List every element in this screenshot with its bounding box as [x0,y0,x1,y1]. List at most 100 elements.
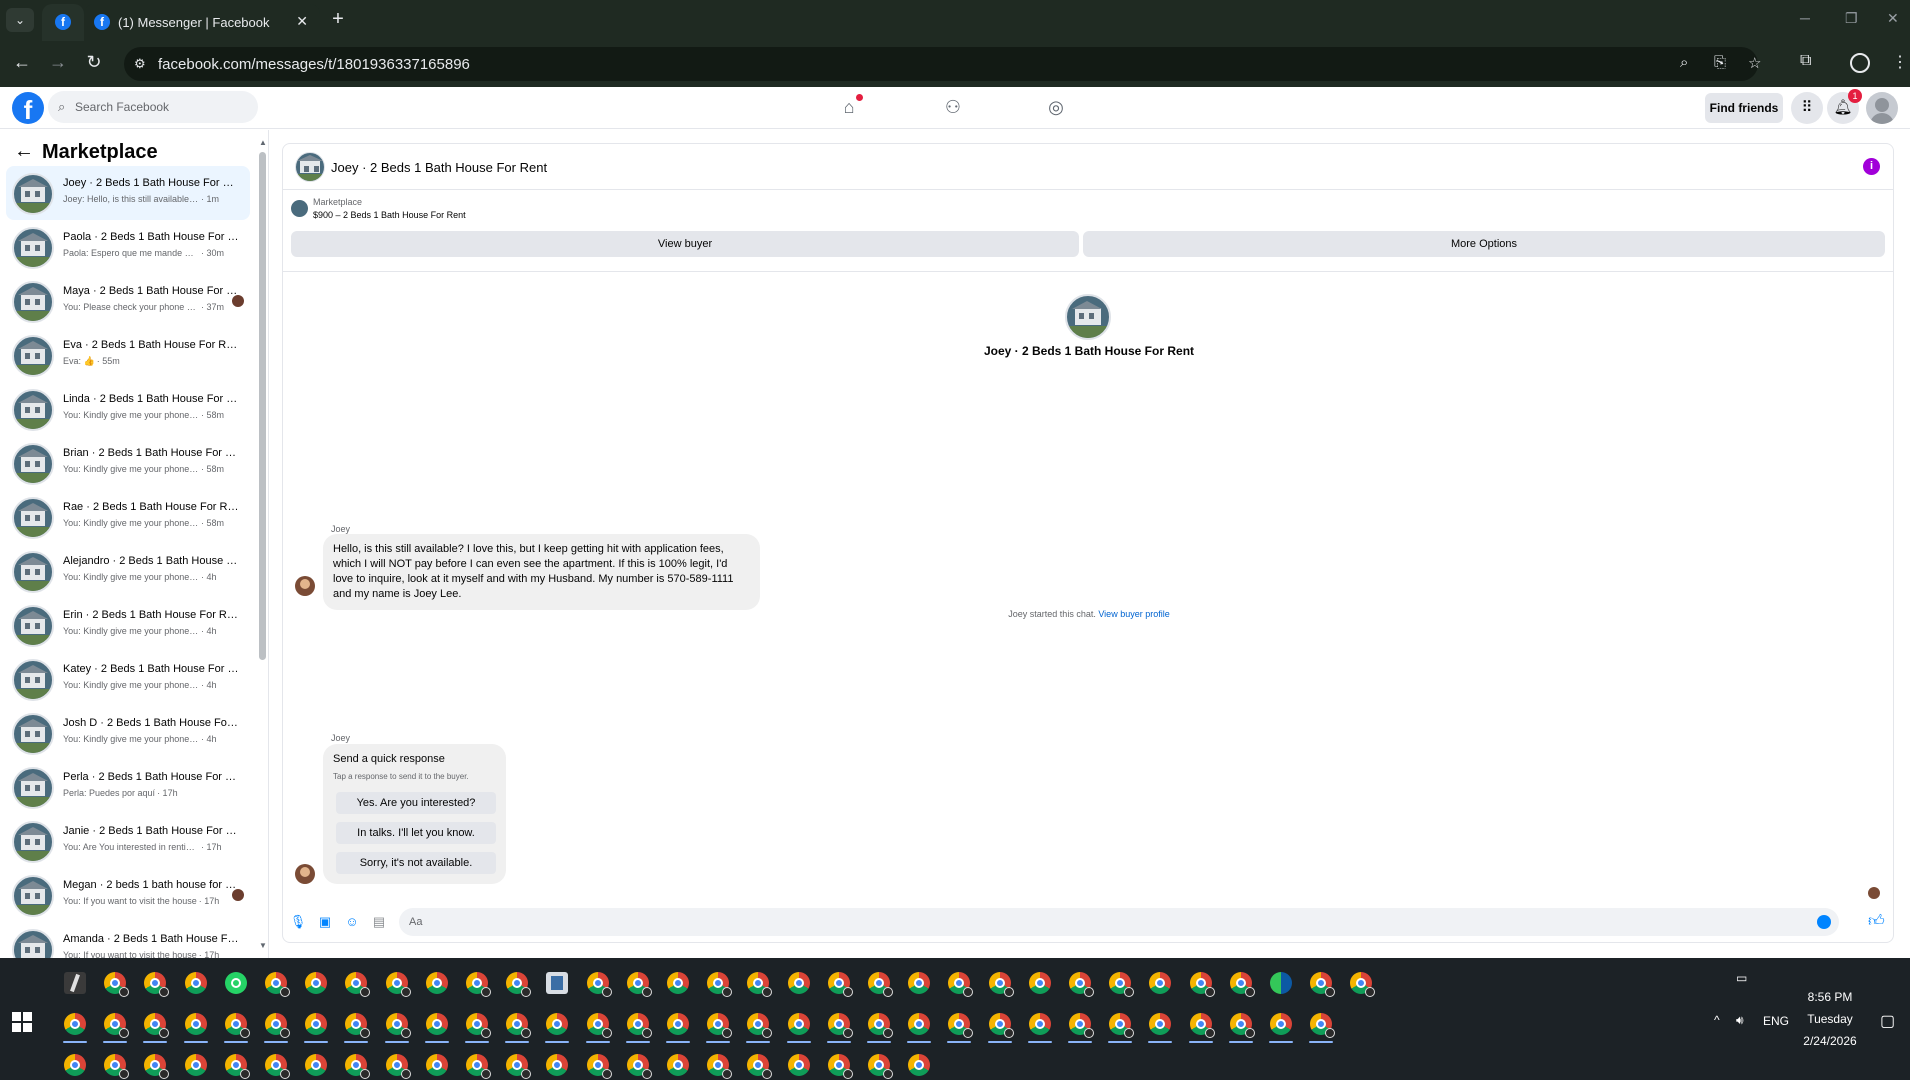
chrome-window-icon[interactable] [827,1054,853,1079]
conversation-item[interactable]: Maya · 2 Beds 1 Bath House For Rent You: … [6,274,250,328]
chrome-window-icon[interactable] [586,972,612,997]
chrome-window-icon[interactable] [265,1054,290,1079]
snipping-tool-icon[interactable] [64,972,86,994]
new-tab-button[interactable]: + [326,8,350,31]
chrome-window-icon[interactable] [868,1013,893,1038]
chrome-window-icon[interactable] [707,1054,733,1079]
conversation-item[interactable]: Rae · 2 Beds 1 Bath House For Rent You: K… [6,490,250,544]
chrome-window-icon[interactable] [184,1013,207,1035]
chrome-window-icon[interactable] [305,972,328,994]
chrome-window-icon[interactable] [988,1013,1014,1038]
listing-thumbnail[interactable] [291,200,308,217]
chrome-window-icon[interactable] [184,972,207,994]
chrome-window-icon[interactable] [1189,972,1215,997]
conversation-item[interactable]: Perla · 2 Beds 1 Bath House For Rent Perl… [6,760,250,814]
chrome-window-icon[interactable] [1069,972,1094,997]
chrome-window-icon[interactable] [305,1054,328,1076]
chrome-window-icon[interactable] [586,1013,612,1038]
conversation-item[interactable]: Alejandro · 2 Beds 1 Bath House For Rent… [6,544,250,598]
chrome-window-icon[interactable] [787,1013,810,1035]
chrome-window-icon[interactable] [1109,972,1135,997]
chrome-window-icon[interactable] [385,1054,411,1079]
whatsapp-icon[interactable] [224,972,247,994]
scrollbar-thumb[interactable] [259,152,266,660]
extensions-icon[interactable]: ⧉ [1800,52,1811,70]
address-bar[interactable]: ⚙ facebook.com/messages/t/18019363371658… [124,47,1761,81]
chrome-window-icon[interactable] [827,1013,853,1038]
quick-reply-in-talks-button[interactable]: In talks. I'll let you know. [336,822,496,844]
chrome-window-icon[interactable] [144,1013,170,1038]
scroll-down-icon[interactable]: ▼ [259,941,267,950]
sticker-icon[interactable]: ☺ [343,913,361,931]
chrome-window-icon[interactable] [305,1013,328,1035]
scroll-up-icon[interactable]: ▲ [259,138,267,147]
conversation-item[interactable]: Paola · 2 Beds 1 Bath House For Rent Paol… [6,220,250,274]
chrome-window-icon[interactable] [345,972,371,997]
chrome-window-icon[interactable] [868,1054,893,1079]
view-buyer-button[interactable]: View buyer [291,231,1079,257]
desktop-icon[interactable]: ▭ [1736,971,1747,985]
chrome-window-icon[interactable] [64,1054,86,1076]
chrome-window-icon[interactable] [466,1054,491,1079]
conversation-info-icon[interactable]: i [1863,158,1880,175]
tab-close-icon[interactable]: ✕ [296,13,308,30]
chrome-window-icon[interactable] [827,972,853,997]
photos-app-icon[interactable] [546,972,569,994]
conversation-item[interactable]: Erin · 2 Beds 1 Bath House For Rent You: … [6,598,250,652]
chrome-window-icon[interactable] [667,1054,689,1076]
chrome-window-icon[interactable] [1028,1013,1051,1035]
conversation-item[interactable]: Josh D · 2 Beds 1 Bath House For Rent You… [6,706,250,760]
chrome-window-icon[interactable] [707,1013,733,1038]
close-window-button[interactable]: ✕ [1887,10,1899,27]
chrome-window-icon[interactable] [1109,1013,1135,1038]
chrome-window-icon[interactable] [265,972,290,997]
chrome-window-icon[interactable] [466,1013,491,1038]
notification-center-icon[interactable]: ▢ [1880,1011,1895,1031]
account-avatar[interactable] [1866,92,1898,124]
conversation-item[interactable]: Joey · 2 Beds 1 Bath House For Rent Joey:… [6,166,250,220]
url-text[interactable]: facebook.com/messages/t/1801936337165896 [158,56,470,73]
clock-time[interactable]: 8:56 PM [1780,990,1880,1004]
facebook-logo-icon[interactable]: f [12,92,44,124]
site-info-icon[interactable]: ⚙ [134,56,146,72]
chrome-window-icon[interactable] [224,1054,250,1079]
chrome-window-icon[interactable] [224,1013,250,1038]
chrome-window-icon[interactable] [466,972,491,997]
chrome-window-icon[interactable] [948,1013,974,1038]
chrome-window-icon[interactable] [868,972,893,997]
chrome-window-icon[interactable] [707,972,733,997]
chrome-window-icon[interactable] [1229,972,1255,997]
chrome-window-icon[interactable] [626,1013,652,1038]
gif-icon[interactable]: ▤ [370,913,388,931]
back-arrow-icon[interactable]: ← [14,140,34,163]
chrome-window-icon[interactable] [908,1013,931,1035]
windows-start-icon[interactable] [12,1012,32,1032]
chrome-window-icon[interactable] [506,1013,532,1038]
volume-icon[interactable]: 🔊︎ [1736,1013,1744,1028]
chat-title[interactable]: Joey · 2 Beds 1 Bath House For Rent [331,160,547,175]
chrome-window-icon[interactable] [747,1054,773,1079]
zoom-icon[interactable]: ⌕ [1680,54,1688,71]
view-buyer-profile-link[interactable]: View buyer profile [1098,609,1169,619]
clock-date[interactable]: 2/24/2026 [1780,1034,1880,1048]
chrome-window-icon[interactable] [948,972,974,997]
home-icon[interactable]: ⌂ [838,94,863,119]
chrome-window-icon[interactable] [626,972,652,997]
conversation-item[interactable]: Eva · 2 Beds 1 Bath House For Rent Eva: 👍… [6,328,250,382]
tab-search-button[interactable]: ⌄ [6,8,34,32]
like-thumbs-up-icon[interactable]: 👍︎ [1868,912,1885,931]
conversation-item[interactable]: Amanda · 2 Beds 1 Bath House For Rent You… [6,922,250,958]
minimize-button[interactable]: ─ [1800,10,1810,26]
chrome-window-icon[interactable] [667,972,689,994]
chrome-window-icon[interactable] [1189,1013,1215,1038]
reload-icon[interactable]: ↻ [82,52,106,73]
chrome-window-icon[interactable] [425,972,448,994]
forward-arrow-icon[interactable]: → [46,52,70,73]
chrome-window-icon[interactable] [908,972,931,994]
chrome-window-icon[interactable] [1028,972,1051,994]
active-tab[interactable]: f (1) Messenger | Facebook ✕ [84,4,320,41]
chrome-window-icon[interactable] [1149,1013,1172,1035]
sender-avatar[interactable] [295,864,315,884]
chrome-window-icon[interactable] [345,1013,371,1038]
chrome-window-icon[interactable] [64,1013,86,1035]
